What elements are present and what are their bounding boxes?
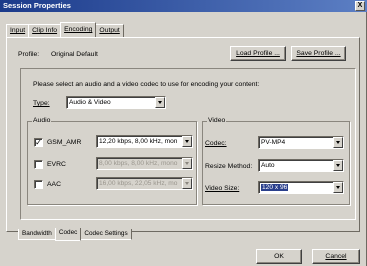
chevron-down-icon xyxy=(182,178,192,189)
tab-input[interactable]: Input xyxy=(6,24,30,37)
aac-label: AAC xyxy=(47,181,61,188)
window-title: Session Properties xyxy=(3,1,71,10)
gsm-amr-checkbox[interactable]: ✓ xyxy=(34,138,43,147)
ok-button[interactable]: OK xyxy=(256,249,302,264)
subtab-bandwidth[interactable]: Bandwidth xyxy=(18,229,56,240)
evrc-settings-select[interactable]: 8,00 kbps, 8,00 kHz, mono xyxy=(96,157,193,170)
tab-clip-info[interactable]: Clip Info xyxy=(28,24,62,37)
gsm-amr-settings-select[interactable]: 12,20 kbps, 8,00 kHz, mon xyxy=(96,135,193,148)
chevron-down-icon xyxy=(182,158,192,169)
save-profile-button[interactable]: Save Profile ... xyxy=(291,46,346,61)
close-button[interactable]: X xyxy=(355,1,365,11)
video-group-label: Video xyxy=(207,117,227,124)
subtab-codec-settings[interactable]: Codec Settings xyxy=(80,229,132,240)
type-select-value: Audio & Video xyxy=(69,99,111,106)
subtab-codec[interactable]: Codec xyxy=(54,228,82,241)
aac-checkbox[interactable] xyxy=(34,180,43,189)
profile-label: Profile: xyxy=(18,51,40,58)
video-size-value: 120 x 96 xyxy=(261,184,289,191)
resize-method-value: Auto xyxy=(261,162,275,169)
aac-settings-value: 16,00 kbps, 22,05 kHz, mo xyxy=(99,180,178,187)
type-label: Type: xyxy=(33,100,50,107)
video-codec-select[interactable]: PV-MP4 xyxy=(258,136,344,149)
cancel-button[interactable]: Cancel xyxy=(312,249,360,264)
profile-value: Original Default xyxy=(51,51,98,58)
load-profile-button[interactable]: Load Profile ... xyxy=(230,46,286,61)
codec-label: Codec: xyxy=(205,140,227,147)
evrc-checkbox[interactable] xyxy=(34,160,43,169)
chevron-down-icon xyxy=(333,182,343,193)
video-size-label: Video Size: xyxy=(205,185,240,192)
video-codec-value: PV-MP4 xyxy=(261,139,286,146)
tab-output[interactable]: Output xyxy=(95,24,124,37)
chevron-down-icon xyxy=(182,136,192,147)
evrc-label: EVRC xyxy=(47,161,66,168)
resize-method-select[interactable]: Auto xyxy=(258,159,344,172)
instructions-text: Please select an audio and a video codec… xyxy=(33,81,260,88)
video-size-select[interactable]: 120 x 96 xyxy=(258,181,344,194)
chevron-down-icon xyxy=(333,160,343,171)
tab-encoding[interactable]: Encoding xyxy=(60,22,97,37)
type-select[interactable]: Audio & Video xyxy=(66,96,166,109)
gsm-amr-label: GSM_AMR xyxy=(47,139,82,146)
resize-method-label: Resize Method: xyxy=(205,163,253,170)
chevron-down-icon xyxy=(333,137,343,148)
session-properties-dialog: Session Properties X Input Clip Info Enc… xyxy=(0,0,367,266)
evrc-settings-value: 8,00 kbps, 8,00 kHz, mono xyxy=(99,160,178,167)
title-bar: Session Properties X xyxy=(0,0,367,12)
chevron-down-icon xyxy=(155,97,165,108)
gsm-amr-settings-value: 12,20 kbps, 8,00 kHz, mon xyxy=(99,138,178,145)
encoding-subtabs: Bandwidth Codec Codec Settings xyxy=(18,228,132,241)
aac-settings-select[interactable]: 16,00 kbps, 22,05 kHz, mo xyxy=(96,177,193,190)
main-tabs: Input Clip Info Encoding Output xyxy=(6,22,124,37)
audio-group-label: Audio xyxy=(32,117,52,124)
